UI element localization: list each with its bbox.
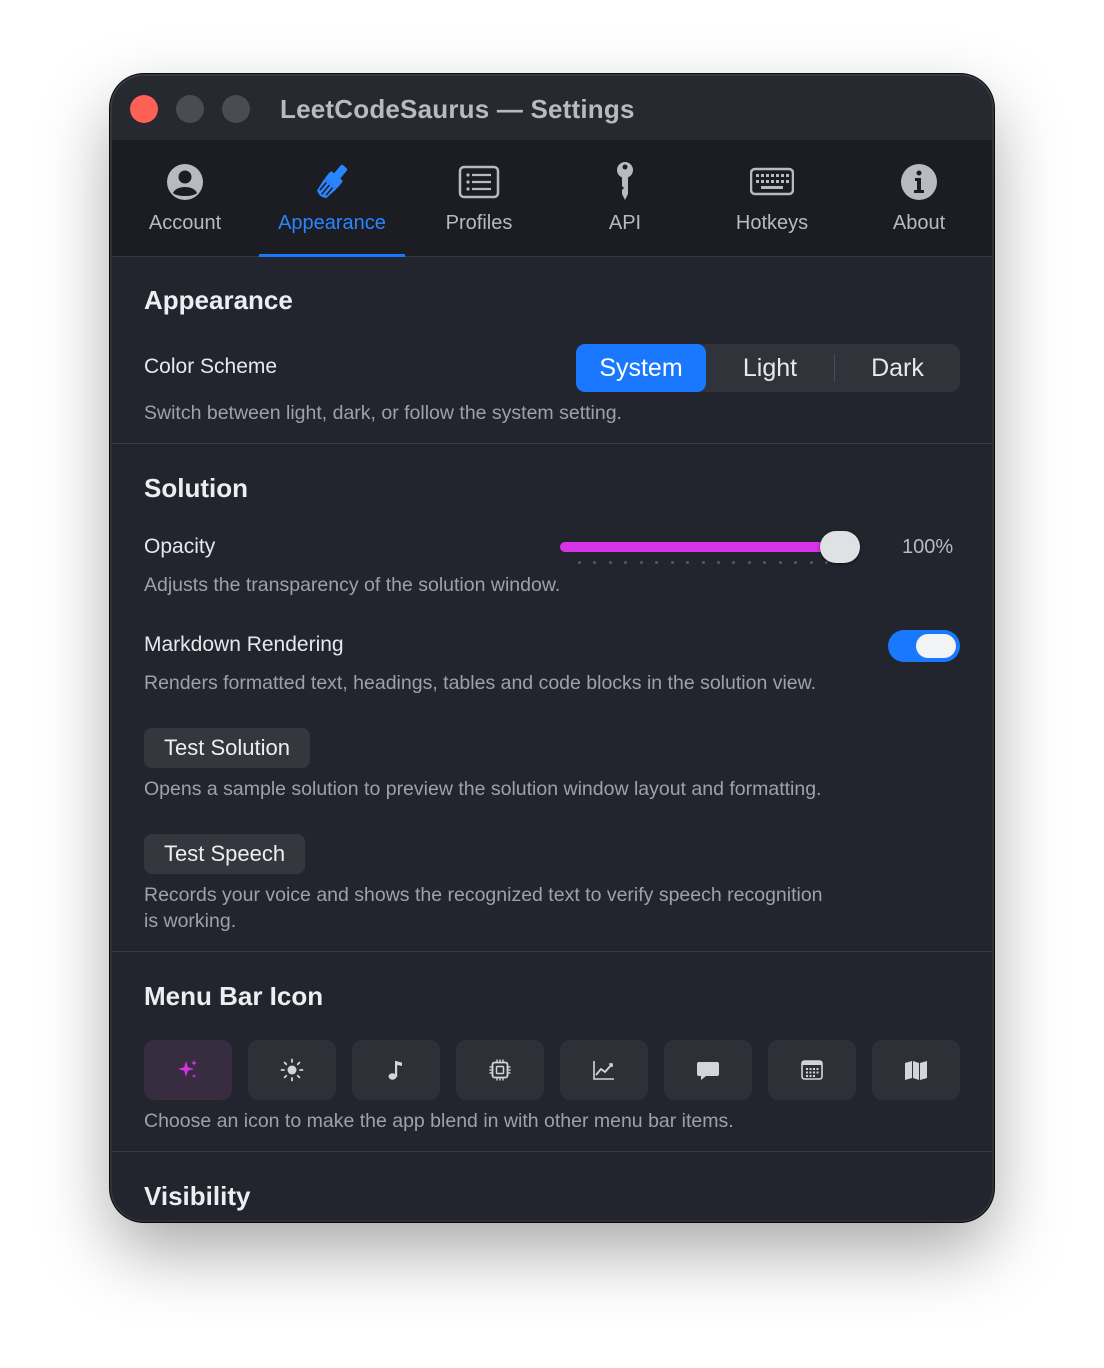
tab-label: Account — [148, 212, 222, 234]
opacity-value: 100% — [902, 536, 954, 558]
section-title-solution: Solution — [144, 473, 248, 503]
list-icon — [458, 165, 500, 199]
opacity-slider[interactable] — [560, 527, 876, 567]
sparkles-icon — [178, 1060, 197, 1078]
section-title-visibility: Visibility — [144, 1181, 251, 1211]
settings-window: LeetCodeSaurus — Settings Account Appear… — [112, 76, 992, 1220]
color-scheme-label: Color Scheme — [144, 355, 278, 378]
section-divider — [112, 443, 992, 444]
opacity-label: Opacity — [144, 535, 216, 558]
test-speech-description-line-2: is working. — [144, 910, 237, 932]
menu-bar-icon-option-map[interactable] — [872, 1040, 960, 1100]
tab-about[interactable]: About — [846, 140, 992, 256]
slider-track — [560, 542, 850, 552]
color-scheme-option-system[interactable]: System — [576, 344, 706, 392]
minimize-window-button[interactable] — [176, 95, 204, 123]
toggle-knob — [916, 634, 956, 658]
cpu-icon — [489, 1059, 511, 1081]
slider-knob[interactable] — [820, 531, 860, 563]
zoom-window-button[interactable] — [222, 95, 250, 123]
slider-ticks — [578, 561, 828, 565]
menu-bar-icon-option-music[interactable] — [352, 1040, 440, 1100]
menu-bar-icon-option-chart[interactable] — [560, 1040, 648, 1100]
section-title-appearance: Appearance — [144, 285, 293, 315]
tab-appearance[interactable]: Appearance — [259, 140, 405, 257]
markdown-rendering-label: Markdown Rendering — [144, 633, 344, 656]
menu-bar-icon-option-cpu[interactable] — [456, 1040, 544, 1100]
tab-label: Profiles — [445, 212, 513, 234]
markdown-rendering-toggle[interactable] — [888, 630, 960, 662]
tab-profiles[interactable]: Profiles — [406, 140, 552, 256]
key-icon — [617, 162, 633, 200]
markdown-rendering-description: Renders formatted text, headings, tables… — [144, 672, 817, 694]
test-solution-button[interactable]: Test Solution — [144, 728, 310, 768]
settings-content: Appearance Color Scheme System Light Dar… — [112, 257, 992, 1220]
menu-bar-icon-option-chat[interactable] — [664, 1040, 752, 1100]
music-note-icon — [388, 1061, 402, 1080]
section-title-menu-bar-icon: Menu Bar Icon — [144, 981, 324, 1011]
color-scheme-description: Switch between light, dark, or follow th… — [144, 402, 622, 424]
tab-label: Hotkeys — [735, 212, 809, 234]
window-title: LeetCodeSaurus — Settings — [280, 94, 635, 124]
info-icon — [901, 164, 937, 200]
color-scheme-segmented-control: System Light Dark — [576, 344, 960, 392]
color-scheme-option-dark[interactable]: Dark — [835, 344, 960, 392]
test-solution-description: Opens a sample solution to preview the s… — [144, 778, 822, 800]
person-circle-icon — [167, 164, 203, 200]
settings-toolbar: Account Appearance Profiles API Hotkeys … — [112, 140, 992, 257]
slider-fill — [560, 542, 840, 552]
menu-bar-icon-option-sun[interactable] — [248, 1040, 336, 1100]
chart-line-icon — [593, 1061, 614, 1080]
speech-bubble-icon — [697, 1062, 719, 1080]
test-speech-button[interactable]: Test Speech — [144, 834, 306, 874]
tab-hotkeys[interactable]: Hotkeys — [699, 140, 845, 256]
opacity-description: Adjusts the transparency of the solution… — [144, 574, 561, 596]
tab-label: API — [608, 212, 642, 234]
calendar-icon — [801, 1060, 823, 1080]
sun-icon — [280, 1058, 304, 1082]
map-icon — [905, 1061, 927, 1080]
test-speech-description-line-1: Records your voice and shows the recogni… — [144, 884, 823, 906]
title-bar: LeetCodeSaurus — Settings — [112, 76, 992, 140]
menu-bar-icon-description: Choose an icon to make the app blend in … — [144, 1110, 734, 1132]
keyboard-icon — [750, 167, 794, 196]
color-scheme-option-light[interactable]: Light — [706, 344, 834, 392]
menu-bar-icon-option-sparkles[interactable] — [144, 1040, 232, 1100]
tab-label: About — [892, 212, 946, 234]
tab-api[interactable]: API — [552, 140, 698, 256]
tab-account[interactable]: Account — [112, 140, 258, 256]
close-window-button[interactable] — [130, 95, 158, 123]
paintbrush-icon — [317, 164, 348, 199]
tab-label: Appearance — [278, 212, 386, 234]
section-divider — [112, 951, 992, 952]
section-divider — [112, 1151, 992, 1152]
menu-bar-icon-option-calendar[interactable] — [768, 1040, 856, 1100]
